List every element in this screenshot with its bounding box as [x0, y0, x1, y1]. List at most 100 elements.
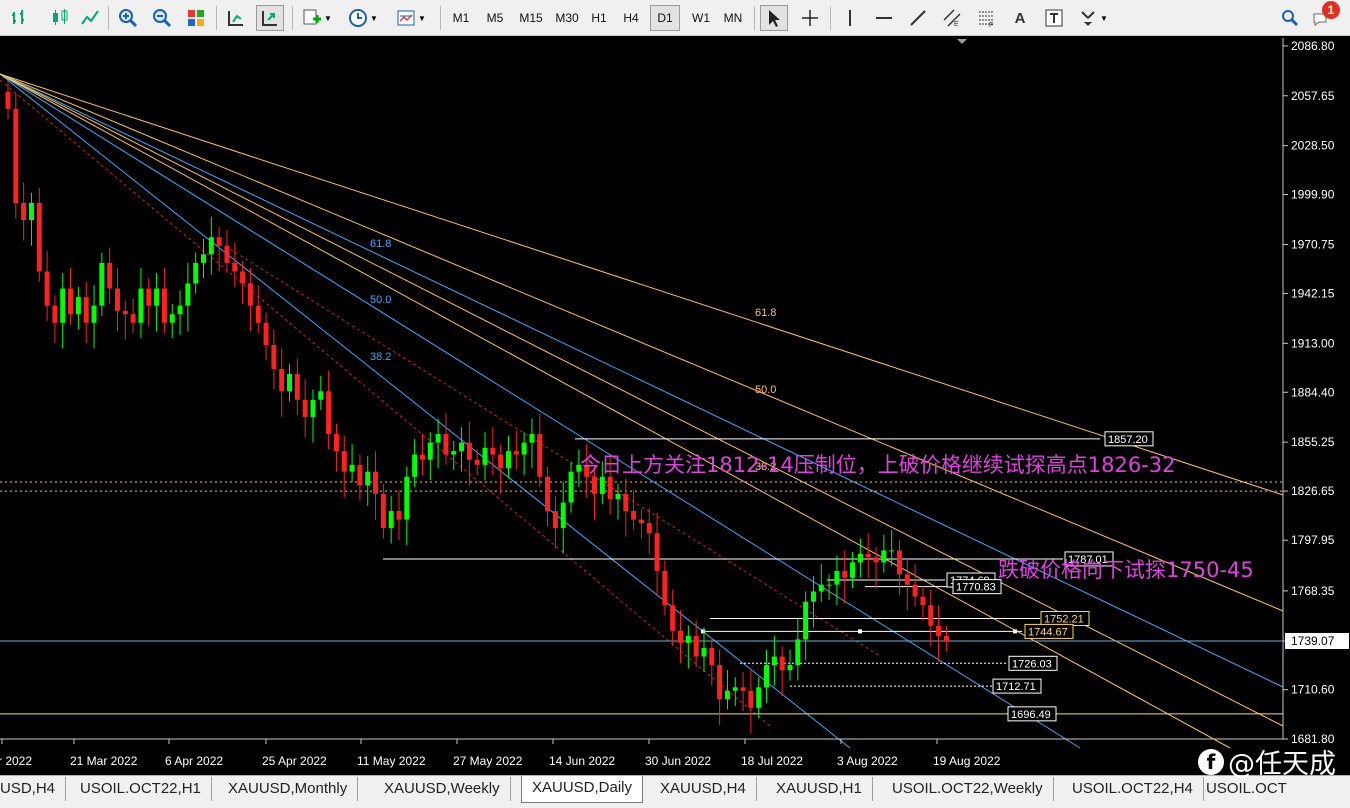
tab-xauusd-h4[interactable]: XAUUSD,H4 [650, 777, 757, 801]
timeframe-m1[interactable]: M1 [446, 5, 476, 31]
level-label-text: 1744.67 [1028, 626, 1068, 638]
candle-body [130, 314, 136, 323]
level-label-text: 1696.49 [1011, 709, 1051, 721]
candle-body [646, 523, 652, 534]
text-tool-button[interactable]: A [1006, 5, 1034, 31]
candle-body [154, 288, 160, 306]
candle-body [373, 471, 379, 494]
candle-body [404, 476, 410, 520]
candle-body [36, 202, 42, 272]
timeframe-m15[interactable]: M15 [514, 5, 548, 31]
text-label-button[interactable] [1040, 5, 1068, 31]
time-tick-label: 11 May 2022 [357, 754, 426, 768]
crosshair-button[interactable] [796, 5, 824, 31]
equidistant-channel-button[interactable]: E [938, 5, 966, 31]
price-tick-label: 1826.65 [1291, 484, 1335, 498]
tab-xauusd-daily[interactable]: XAUUSD,Daily [521, 776, 644, 803]
candle-body [904, 574, 910, 585]
candle-body [185, 283, 191, 306]
candle-body [928, 605, 934, 626]
timeframe-w1[interactable]: W1 [686, 5, 716, 31]
candle-body [920, 596, 926, 606]
timeframe-h4[interactable]: H4 [616, 5, 646, 31]
fibonacci-button[interactable]: F [972, 5, 1000, 31]
candle-body [482, 447, 488, 465]
periodicity-button[interactable]: ▼ [344, 5, 382, 31]
fib-level-label: 61.8 [370, 238, 391, 250]
template-icon [397, 10, 415, 26]
candle-body [896, 550, 902, 575]
tile-windows-button[interactable] [182, 5, 210, 31]
time-tick-label: 30 Jun 2022 [645, 754, 711, 768]
indicators-button[interactable]: ▼ [298, 5, 336, 31]
candle-body [771, 656, 777, 666]
candle-body [294, 374, 300, 400]
trendline-button[interactable] [904, 5, 932, 31]
candle-body [521, 442, 527, 455]
price-chart[interactable]: 61.850.038.261.850.038.2 1857.201787.011… [0, 36, 1350, 775]
tab-xauusd-weekly[interactable]: XAUUSD,Weekly [374, 777, 511, 801]
time-tick-label: 19 Aug 2022 [933, 754, 1001, 768]
candle-body [91, 305, 97, 323]
candle-body [779, 656, 785, 671]
chart-tab-bar: USD,H4 USOIL.OCT22,H1 XAUUSD,Monthly XAU… [0, 775, 1350, 808]
fibonacci-icon: F [979, 11, 993, 28]
time-tick-label: 3 Aug 2022 [837, 754, 898, 768]
timeframe-m30[interactable]: M30 [550, 5, 584, 31]
candle-body [709, 647, 715, 666]
chevron-down-icon: ▼ [1100, 13, 1108, 23]
line-chart-button[interactable] [76, 5, 104, 31]
candle-body [599, 476, 605, 494]
horizontal-line-button[interactable] [870, 5, 898, 31]
templates-button[interactable]: ▼ [392, 5, 430, 31]
zoom-in-button[interactable] [114, 5, 142, 31]
candle-body [68, 288, 74, 315]
bar-chart-button[interactable] [6, 5, 34, 31]
candle-body [435, 434, 441, 443]
candle-body [881, 550, 887, 563]
price-tick-label: 1884.40 [1291, 385, 1335, 399]
tab-usoil-oct22-h1[interactable]: USOIL.OCT22,H1 [70, 777, 212, 801]
vertical-line-button[interactable] [836, 5, 864, 31]
cursor-icon [769, 10, 780, 27]
candle-body [818, 584, 824, 592]
chart-shift-button[interactable] [256, 5, 284, 31]
arrows-button[interactable]: ▼ [1074, 5, 1112, 31]
candlestick-button[interactable] [46, 5, 74, 31]
tab-usoil-oct22-h4[interactable]: USOIL.OCT22,H4 [1062, 777, 1204, 801]
autoscroll-button[interactable] [222, 5, 250, 31]
candle-body [279, 368, 285, 392]
candle-body [83, 297, 89, 323]
candle-body [310, 399, 316, 417]
search-button[interactable] [1276, 5, 1304, 31]
tab-usd-h4[interactable]: USD,H4 [0, 777, 67, 801]
candle-body [459, 442, 465, 452]
candle-body [685, 635, 691, 643]
cursor-tool-button[interactable] [760, 5, 788, 31]
level-marker [858, 629, 862, 634]
tab-usoil-oct22-weekly[interactable]: USOIL.OCT22,Weekly [882, 777, 1054, 801]
zoom-out-button[interactable] [148, 5, 176, 31]
candle-body [724, 690, 730, 700]
bar-chart-icon [12, 10, 24, 24]
time-tick-label: 27 May 2022 [453, 754, 523, 768]
messages-button[interactable]: 1 [1308, 1, 1340, 31]
candle-body [28, 202, 34, 221]
level-label-text: 1726.03 [1012, 658, 1052, 670]
candle-body [287, 374, 293, 392]
candle-body [615, 493, 621, 500]
timeframe-mn[interactable]: MN [718, 5, 748, 31]
candle-body [748, 690, 754, 708]
tab-xauusd-h1[interactable]: XAUUSD,H1 [766, 777, 873, 801]
candlestick-icon [53, 9, 68, 25]
timeframe-h1[interactable]: H1 [584, 5, 614, 31]
zoom-in-icon [119, 9, 138, 28]
fib-level-label: 50.0 [755, 384, 776, 396]
candle-body [122, 310, 128, 315]
tab-xauusd-monthly[interactable]: XAUUSD,Monthly [218, 777, 359, 801]
timeframe-d1[interactable]: D1 [650, 5, 680, 31]
price-tick-label: 1768.35 [1291, 584, 1335, 598]
chevron-down-icon: ▼ [418, 13, 426, 23]
candle-body [505, 451, 511, 469]
timeframe-m5[interactable]: M5 [480, 5, 510, 31]
